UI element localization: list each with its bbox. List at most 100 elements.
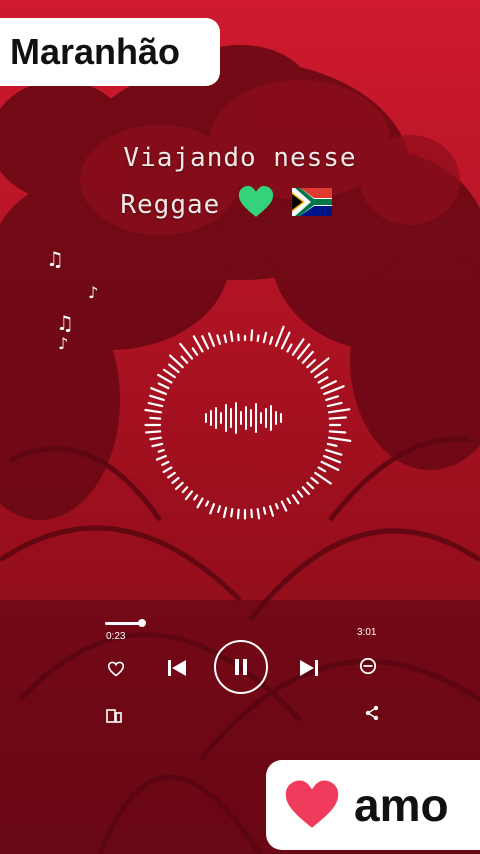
visualizer-bar [274,325,285,347]
visualizer-bar [250,329,254,342]
visualizer-bar [262,506,267,515]
visualizer-bar [323,454,342,464]
visualizer-bar [301,486,311,496]
visualizer-bar [325,448,343,456]
visualizer-bar [155,454,167,461]
visualizer-bar [157,373,173,384]
minus-circle-icon [359,657,377,675]
visualizer-bar [317,466,327,473]
love-label: amo [266,760,480,850]
visualizer-bar [147,401,164,408]
music-note-icon: ♪ [88,283,99,302]
previous-button[interactable] [164,655,190,681]
visualizer-bar [157,382,170,390]
visualizer-bar [306,359,317,369]
visualizer-bar [262,331,268,344]
visualizer-bar [306,481,315,490]
visualizer-bar [291,494,300,505]
device-icon [106,709,122,723]
caption-line-2-text: Reggae [120,190,221,220]
visualizer-bar [274,503,279,510]
visualizer-bar [256,334,260,343]
visualizer-bar [161,460,170,466]
visualizer-bar [201,335,210,350]
south-africa-flag-icon [291,188,332,223]
love-text: amo [354,779,449,831]
visualizer-bar [168,363,180,374]
visualizer-bar [149,416,162,420]
visualizer-bar [286,343,293,353]
visualizer-bar [320,460,340,472]
visualizer-bar [223,334,228,344]
visualizer-bar [151,442,164,448]
visualizer-bar [320,380,337,390]
visualizer-bar [327,436,352,442]
visualizer-bar [162,466,173,474]
music-note-icon: ♫ [46,247,64,271]
heart-icon [285,780,339,828]
visualizer-bar [193,494,199,501]
visualizer-bar [325,395,340,402]
elapsed-time: 0:23 [106,631,126,642]
music-note-icon: ♫ [56,311,74,335]
visualizer-bar [180,355,189,364]
visualizer-bar [209,503,216,515]
visualizer-bar [174,481,184,491]
visualizer-bar [222,506,228,519]
visualizer-bar [184,490,194,501]
visualizer-bar [157,448,165,453]
visualizer-bar [207,332,216,347]
visualizer-bar [296,490,304,498]
visualizer-bar [280,500,288,512]
location-label: Maranhão [0,18,220,86]
visualizer-bar [328,430,347,434]
caption-line-1: Viajando nesse [123,143,357,173]
visualizer-bar [280,331,291,350]
visualizer-bar [229,330,234,343]
visualizer-bar [217,505,222,514]
visualizer-bar [191,347,199,356]
visualizer-bar [230,507,234,518]
total-duration: 3:01 [357,627,377,638]
green-heart-icon [237,186,275,225]
visualizer-bar [286,497,292,505]
audio-visualizer [144,325,352,520]
visualizer-bar [192,335,204,353]
visualizer-bar [144,408,163,414]
visualizer-bar [150,387,167,396]
visualizer-bar [149,436,163,441]
visualizer-bar [171,476,180,484]
visualizer-bar [149,394,165,402]
visualizer-bar [310,476,319,485]
share-icon [365,705,379,721]
skip-previous-icon [168,660,186,676]
visualizer-bar [268,505,275,517]
visualizer-bar [327,408,351,414]
visualizer-bar [328,416,348,420]
device-button[interactable] [104,706,124,726]
visualizer-bar [256,507,261,520]
like-button[interactable] [104,657,128,681]
remove-button[interactable] [356,654,380,678]
visualizer-bar [314,368,328,379]
visualizer-bar [205,500,210,507]
skip-next-icon [300,660,318,676]
visualizer-bar [317,376,329,384]
visualizer-bar [196,497,204,509]
visualizer-bar [145,430,162,434]
like-heart-outline-icon [107,661,125,677]
visualizer-bar [326,401,343,408]
music-note-icon: ♪ [58,334,69,353]
visualizer-bar [216,334,222,345]
share-button[interactable] [361,702,383,724]
visualizer-bar [301,350,314,364]
next-button[interactable] [296,655,322,681]
visualizer-bar [268,336,274,345]
visualizer-bar [162,368,176,379]
pause-icon [235,659,247,675]
visualizer-bar [323,385,345,396]
visualizer-bar [326,442,338,447]
pause-button[interactable] [214,640,268,694]
visualizer-bar [250,508,253,519]
progress-handle[interactable] [138,619,146,627]
